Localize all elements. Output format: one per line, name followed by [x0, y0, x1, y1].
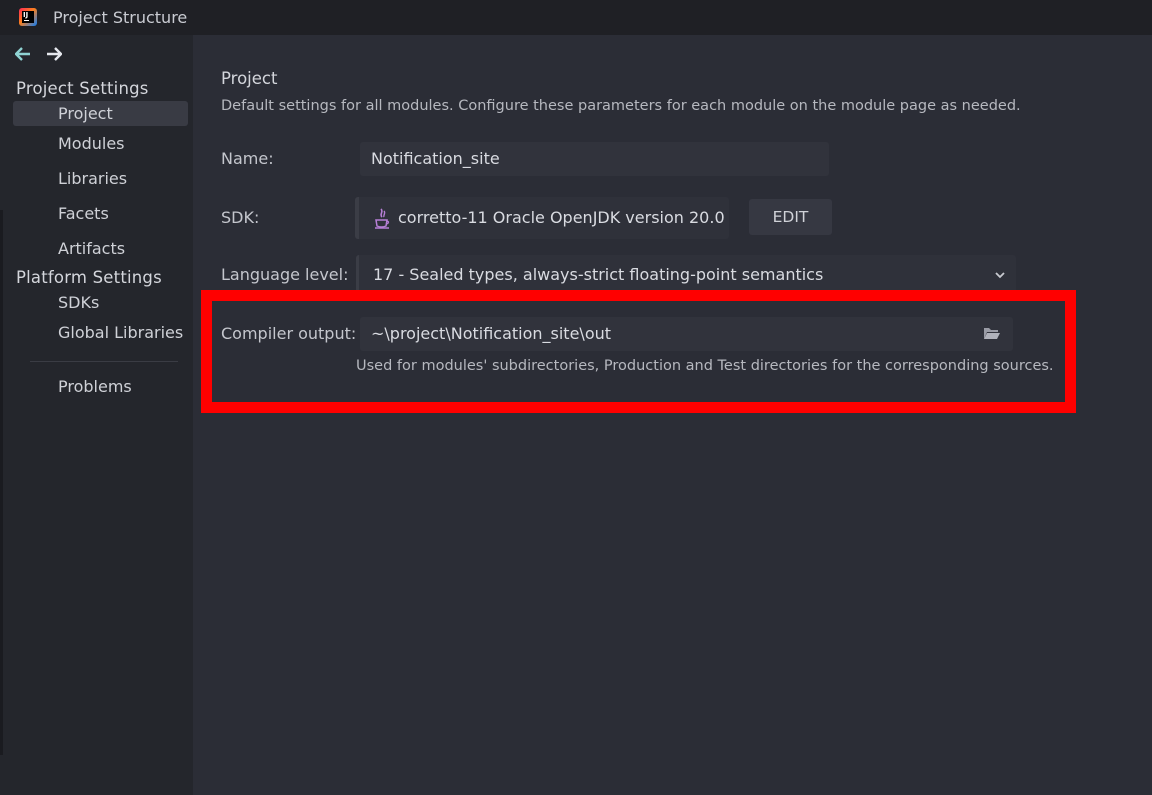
page-title: Project — [221, 69, 278, 88]
project-structure-window: IJ Project Structure Project Settings Pr… — [0, 0, 1152, 795]
sidebar-item-project[interactable]: Project — [13, 101, 188, 126]
sidebar-item-facets[interactable]: Facets — [13, 201, 188, 226]
sidebar: Project Settings Project Modules Librari… — [0, 35, 193, 795]
language-level-label: Language level: — [221, 265, 349, 284]
intellij-idea-icon: IJ — [19, 8, 37, 26]
main-panel: Project Default settings for all modules… — [193, 35, 1152, 795]
arrow-right-icon[interactable] — [46, 47, 62, 61]
compiler-output-hint: Used for modules' subdirectories, Produc… — [356, 358, 1054, 374]
chevron-down-icon — [995, 272, 1005, 279]
sdk-edit-button[interactable]: EDIT — [749, 199, 832, 235]
sdk-label: SDK: — [221, 208, 260, 227]
sidebar-divider — [30, 361, 178, 362]
sidebar-item-global-libraries[interactable]: Global Libraries — [13, 320, 188, 345]
sidebar-item-problems[interactable]: Problems — [13, 374, 188, 399]
window-title: Project Structure — [53, 8, 188, 27]
java-icon — [375, 208, 390, 229]
sidebar-item-artifacts[interactable]: Artifacts — [13, 236, 188, 261]
sdk-dropdown[interactable]: corretto-11 Oracle OpenJDK version 20.0.… — [355, 197, 729, 239]
name-label: Name: — [221, 149, 274, 168]
compiler-output-label: Compiler output: — [221, 324, 357, 343]
compiler-output-value: ~\project\Notification_site\out — [371, 324, 612, 343]
language-level-dropdown[interactable]: 17 - Sealed types, always-strict floatin… — [356, 255, 1016, 297]
project-settings-header: Project Settings — [16, 79, 149, 98]
page-description: Default settings for all modules. Config… — [221, 98, 1021, 114]
platform-settings-header: Platform Settings — [16, 268, 162, 287]
name-field[interactable]: Notification_site — [360, 142, 829, 176]
sidebar-item-modules[interactable]: Modules — [13, 131, 188, 156]
folder-icon[interactable] — [983, 326, 1001, 341]
compiler-output-field[interactable]: ~\project\Notification_site\out — [360, 317, 1013, 351]
sidebar-edge — [0, 210, 3, 755]
sdk-value: corretto-11 Oracle OpenJDK version 20.0.… — [398, 208, 725, 227]
sidebar-item-sdks[interactable]: SDKs — [13, 290, 188, 315]
sidebar-item-libraries[interactable]: Libraries — [13, 166, 188, 191]
title-bar: IJ Project Structure — [0, 0, 1152, 35]
language-level-value: 17 - Sealed types, always-strict floatin… — [373, 265, 824, 284]
arrow-left-icon[interactable] — [15, 47, 31, 61]
